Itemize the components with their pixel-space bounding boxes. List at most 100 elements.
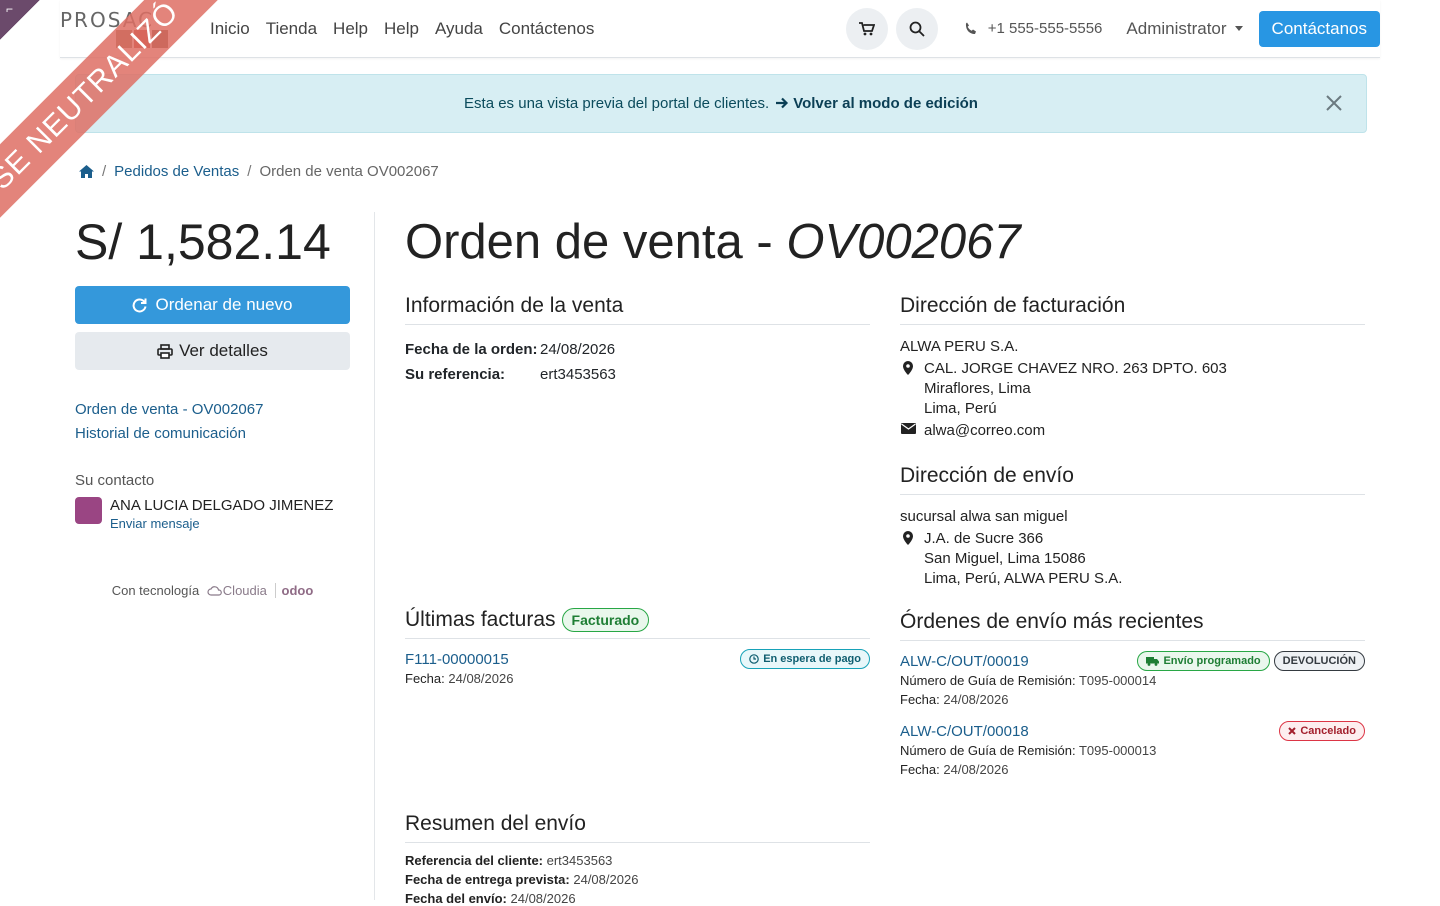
invoice-row: F111-00000015 En espera de pago xyxy=(405,649,870,669)
cloudia-logo[interactable]: Cloudia xyxy=(223,583,267,598)
billing-email-row: alwa@correo.com xyxy=(900,421,1365,441)
phone-contact[interactable]: +1 555-555-5556 xyxy=(964,20,1102,37)
reference-row: Su referencia: ert3453563 xyxy=(405,366,870,383)
delivery-guide: Número de Guía de Remisión: T095-000013 xyxy=(900,743,1365,758)
search-icon xyxy=(909,21,925,37)
alert-message: Esta es una vista previa del portal de c… xyxy=(464,95,770,112)
status-text: Envío programado xyxy=(1163,655,1261,667)
guide-value: T095-000014 xyxy=(1078,673,1157,688)
summary-heading: Resumen del envío xyxy=(405,812,870,843)
breadcrumb-current: Orden de venta OV002067 xyxy=(259,163,439,180)
nav-link-inicio[interactable]: Inicio xyxy=(202,19,258,39)
invoices-section: Últimas facturas Facturado F111-00000015… xyxy=(405,608,870,686)
deliveries-heading: Órdenes de envío más recientes xyxy=(900,610,1365,641)
contact-label: Su contacto xyxy=(75,472,155,489)
delivery-date: Fecha: 24/08/2026 xyxy=(900,692,1365,707)
return-badge: DEVOLUCIÓN xyxy=(1273,651,1365,671)
phone-icon xyxy=(965,22,976,34)
user-menu[interactable]: Administrator xyxy=(1126,18,1243,39)
billing-name: ALWA PERU S.A. xyxy=(900,338,1019,355)
nav-link-tienda[interactable]: Tienda xyxy=(258,19,325,39)
preview-alert: Esta es una vista previa del portal de c… xyxy=(75,74,1367,133)
sale-info-section: Información de la venta Fecha de la orde… xyxy=(405,294,870,383)
nav-right: +1 555-555-5556 Administrator Contáctano… xyxy=(845,7,1380,50)
odoo-logo[interactable]: odoo xyxy=(274,583,314,598)
delivery-date: Fecha: 24/08/2026 xyxy=(900,762,1365,777)
guide-value: T095-000013 xyxy=(1078,743,1157,758)
invoice-date: Fecha: 24/08/2026 xyxy=(405,671,870,686)
corner-glyph: ⌐ xyxy=(6,2,14,16)
billing-line-3: Lima, Perú xyxy=(924,400,997,417)
payment-status-badge: En espera de pago xyxy=(740,649,870,669)
summary-heading-text: Resumen del envío xyxy=(405,812,586,835)
shipping-address: J.A. de Sucre 366 San Miguel, Lima 15086… xyxy=(900,529,1365,589)
invoice-link[interactable]: F111-00000015 xyxy=(405,651,509,668)
title-prefix: Orden de venta - xyxy=(405,215,787,269)
billing-address-section: Dirección de facturación ALWA PERU S.A. … xyxy=(900,294,1365,441)
nav-link-help-2[interactable]: Help xyxy=(376,19,427,39)
chevron-down-icon xyxy=(1234,26,1243,31)
cart-icon xyxy=(858,21,875,35)
breadcrumb-separator: / xyxy=(247,163,252,180)
shipment-date-label: Fecha del envío: xyxy=(405,891,507,906)
nav-link-contactenos[interactable]: Contáctenos xyxy=(491,19,602,39)
sidebar-link-history[interactable]: Historial de comunicación xyxy=(75,422,350,446)
delivery-row: ALW-C/OUT/00019 Envío programado DEVOLUC… xyxy=(900,651,1365,671)
delivery-link[interactable]: ALW-C/OUT/00019 xyxy=(900,653,1029,670)
status-text: Cancelado xyxy=(1300,725,1356,737)
envelope-icon xyxy=(900,423,916,434)
main-menu: Inicio Tienda Help Help Ayuda Contácteno… xyxy=(202,19,602,39)
delivery-link[interactable]: ALW-C/OUT/00018 xyxy=(900,723,1029,740)
arrow-right-icon xyxy=(776,97,789,109)
brand-logo[interactable]: PROSAC xyxy=(60,0,180,57)
billing-line-1: CAL. JORGE CHAVEZ NRO. 263 DPTO. 603 xyxy=(924,360,1227,377)
invoice-date-value: 24/08/2026 xyxy=(448,671,514,686)
delivery-date-label: Fecha: xyxy=(900,692,940,707)
billing-address: CAL. JORGE CHAVEZ NRO. 263 DPTO. 603 Mir… xyxy=(900,359,1365,419)
back-to-edit-link[interactable]: Volver al modo de edición xyxy=(773,95,978,112)
reorder-button[interactable]: Ordenar de nuevo xyxy=(75,286,350,324)
delivery-row: ALW-C/OUT/00018 Cancelado xyxy=(900,721,1365,741)
map-marker-icon xyxy=(903,361,913,375)
view-details-button[interactable]: Ver detalles xyxy=(75,332,350,370)
cart-button[interactable] xyxy=(845,7,888,50)
cloud-icon xyxy=(207,586,222,596)
avatar xyxy=(75,497,102,524)
user-name: Administrator xyxy=(1126,18,1227,38)
expected-delivery-row: Fecha de entrega prevista: 24/08/2026 xyxy=(405,872,870,887)
nav-link-help-1[interactable]: Help xyxy=(325,19,376,39)
page-title: Orden de venta - OV002067 xyxy=(405,212,1021,272)
invoiced-badge: Facturado xyxy=(561,608,650,632)
order-sidebar: S/ 1,582.14 Ordenar de nuevo Ver detalle… xyxy=(75,212,350,598)
truck-icon xyxy=(1146,656,1160,666)
home-icon[interactable] xyxy=(79,165,94,178)
reference-label: Su referencia: xyxy=(405,366,506,383)
client-ref-row: Referencia del cliente: ert3453563 xyxy=(405,853,870,868)
billing-email[interactable]: alwa@correo.com xyxy=(924,421,1045,441)
invoices-heading: Últimas facturas Facturado xyxy=(405,608,870,639)
client-ref-label: Referencia del cliente: xyxy=(405,853,543,868)
order-date-value: 24/08/2026 xyxy=(540,341,616,358)
close-icon[interactable] xyxy=(1324,93,1344,113)
sidebar-link-order[interactable]: Orden de venta - OV002067 xyxy=(75,398,350,422)
send-message-link[interactable]: Enviar mensaje xyxy=(110,516,200,531)
shipping-name: sucursal alwa san miguel xyxy=(900,508,1068,525)
delivery-date-label: Fecha: xyxy=(900,762,940,777)
search-button[interactable] xyxy=(895,7,938,50)
powered-by-text: Con tecnología xyxy=(111,583,200,598)
shipping-heading-text: Dirección de envío xyxy=(900,464,1074,487)
breadcrumb-sales-orders[interactable]: Pedidos de Ventas xyxy=(114,163,239,180)
order-date-row: Fecha de la orden: 24/08/2026 xyxy=(405,341,870,358)
shipment-date-value: 24/08/2026 xyxy=(510,891,576,906)
expected-delivery-value: 24/08/2026 xyxy=(573,872,639,887)
title-reference: OV002067 xyxy=(786,215,1021,269)
nav-link-ayuda[interactable]: Ayuda xyxy=(427,19,491,39)
contact-us-button[interactable]: Contáctanos xyxy=(1258,10,1380,47)
delivery-date-value: 24/08/2026 xyxy=(943,762,1009,777)
corner-badge: ⌐ xyxy=(0,0,40,40)
shipping-line-1: J.A. de Sucre 366 xyxy=(924,530,1044,547)
status-badge: Cancelado xyxy=(1279,721,1365,741)
reorder-label: Ordenar de nuevo xyxy=(155,295,293,314)
refresh-icon xyxy=(133,297,147,312)
order-date-label: Fecha de la orden: xyxy=(405,341,538,358)
